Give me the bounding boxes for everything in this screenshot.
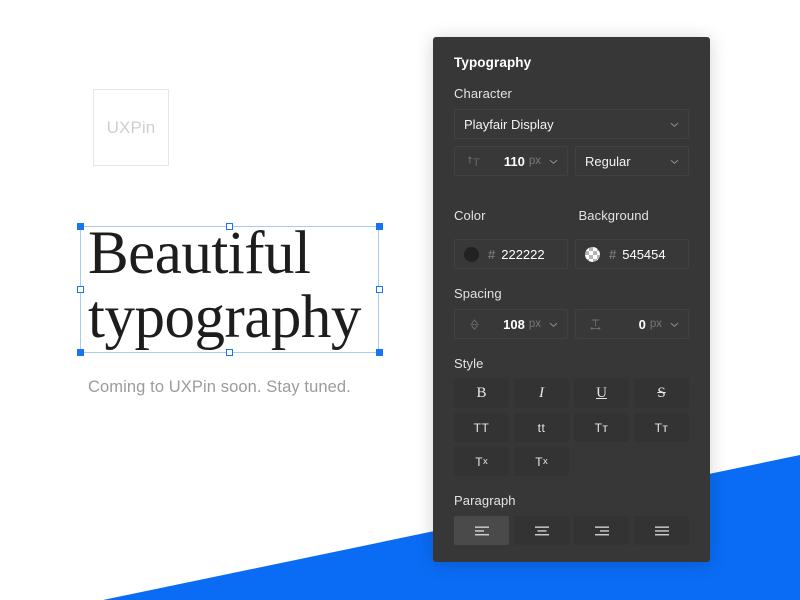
color-hash-symbol: # <box>488 246 496 262</box>
section-label-paragraph: Paragraph <box>454 493 516 508</box>
style-button-uppercase[interactable]: TT <box>454 413 509 442</box>
selection-handle-bottom-left[interactable] <box>77 349 84 356</box>
style-button-italic[interactable]: I <box>514 379 569 408</box>
panel-title: Typography <box>454 55 532 70</box>
letter-spacing-icon <box>585 317 605 332</box>
style-button-affix: x <box>543 456 548 467</box>
style-button-underline[interactable]: U <box>574 379 629 408</box>
selection-handle-bottom-center[interactable] <box>226 349 233 356</box>
font-family-select[interactable]: Playfair Display <box>454 109 689 139</box>
solid-color-swatch[interactable] <box>464 246 479 262</box>
selection-handle-middle-left[interactable] <box>77 286 84 293</box>
uxpin-logo-box: UXPin <box>93 89 169 166</box>
style-button-label: S <box>657 385 666 401</box>
align-left-icon <box>474 525 490 537</box>
caption-text: Coming to UXPin soon. Stay tuned. <box>88 378 351 396</box>
typography-panel: Typography Character Playfair Display T <box>433 37 710 562</box>
style-button-label: T <box>535 454 544 469</box>
style-button-affix: x <box>483 456 488 467</box>
paragraph-button-align-left[interactable] <box>454 516 509 545</box>
transparent-checker-swatch[interactable] <box>585 246 600 262</box>
style-button-bold[interactable]: B <box>454 379 509 408</box>
style-button-label: T <box>475 454 484 469</box>
selection-handle-middle-right[interactable] <box>376 286 383 293</box>
line-height-unit: px <box>528 318 541 330</box>
uxpin-logo-text: UXPin <box>106 117 156 137</box>
selection-handle-top-center[interactable] <box>226 223 233 230</box>
text-color-hex: 222222 <box>501 246 545 262</box>
style-button-label: Tт <box>594 420 609 435</box>
svg-text:T: T <box>473 157 480 168</box>
screenshot-stage: UXPin Beautiful typography Coming to UXP… <box>0 0 800 600</box>
section-label-spacing: Spacing <box>454 286 502 301</box>
style-button-label: U <box>596 385 607 401</box>
letter-spacing-unit: px <box>649 318 662 330</box>
style-button-label: tt <box>537 420 546 435</box>
line-height-icon <box>464 317 484 332</box>
background-color-hex: 545454 <box>622 246 666 262</box>
chevron-down-icon <box>670 157 679 166</box>
font-weight-value: Regular <box>585 153 631 169</box>
selection-handle-top-right[interactable] <box>376 223 383 230</box>
chevron-down-icon[interactable] <box>549 157 558 166</box>
paragraph-button-align-center[interactable] <box>514 516 569 545</box>
font-size-icon: T <box>464 154 484 169</box>
font-family-value: Playfair Display <box>464 116 554 132</box>
section-label-style: Style <box>454 356 484 371</box>
style-button-lowercase[interactable]: tt <box>514 413 569 442</box>
letter-spacing-value: 0 <box>638 316 646 332</box>
line-height-value: 108 <box>503 316 525 332</box>
section-label-background: Background <box>578 208 649 223</box>
section-label-character: Character <box>454 86 512 101</box>
text-color-field[interactable]: # 222222 <box>454 239 568 269</box>
font-size-value: 110 <box>503 153 525 169</box>
headline-text[interactable]: Beautiful typography <box>88 222 380 350</box>
paragraph-button-align-right[interactable] <box>574 516 629 545</box>
style-button-label: B <box>476 385 487 401</box>
section-label-color: Color <box>454 208 486 223</box>
letter-spacing-input[interactable]: 0 px <box>575 309 689 339</box>
chevron-down-icon[interactable] <box>670 320 679 329</box>
selection-handle-top-left[interactable] <box>77 223 84 230</box>
selection-handle-bottom-right[interactable] <box>376 349 383 356</box>
background-hash-symbol: # <box>609 246 617 262</box>
style-button-small-caps[interactable]: Tт <box>574 413 629 442</box>
align-center-icon <box>534 525 550 537</box>
style-button-superscript[interactable]: Tx <box>514 447 569 476</box>
font-weight-select[interactable]: Regular <box>575 146 689 176</box>
style-button-label: I <box>539 385 544 401</box>
paragraph-button-grid <box>454 516 689 545</box>
style-button-grid: B I U S TT tt Tт Tт T x T x <box>454 379 689 476</box>
style-button-strikethrough[interactable]: S <box>634 379 689 408</box>
align-justify-icon <box>654 525 670 537</box>
align-right-icon <box>594 525 610 537</box>
background-color-field[interactable]: # 545454 <box>575 239 689 269</box>
line-height-input[interactable]: 108 px <box>454 309 568 339</box>
chevron-down-icon[interactable] <box>549 320 558 329</box>
style-button-label: Tт <box>654 420 669 435</box>
style-button-label: TT <box>473 420 490 435</box>
font-size-unit: px <box>528 155 541 167</box>
paragraph-button-align-justify[interactable] <box>634 516 689 545</box>
chevron-down-icon <box>670 120 679 129</box>
style-button-capitalize[interactable]: Tт <box>634 413 689 442</box>
style-button-subscript[interactable]: Tx <box>454 447 509 476</box>
font-size-input[interactable]: T 110 px <box>454 146 568 176</box>
